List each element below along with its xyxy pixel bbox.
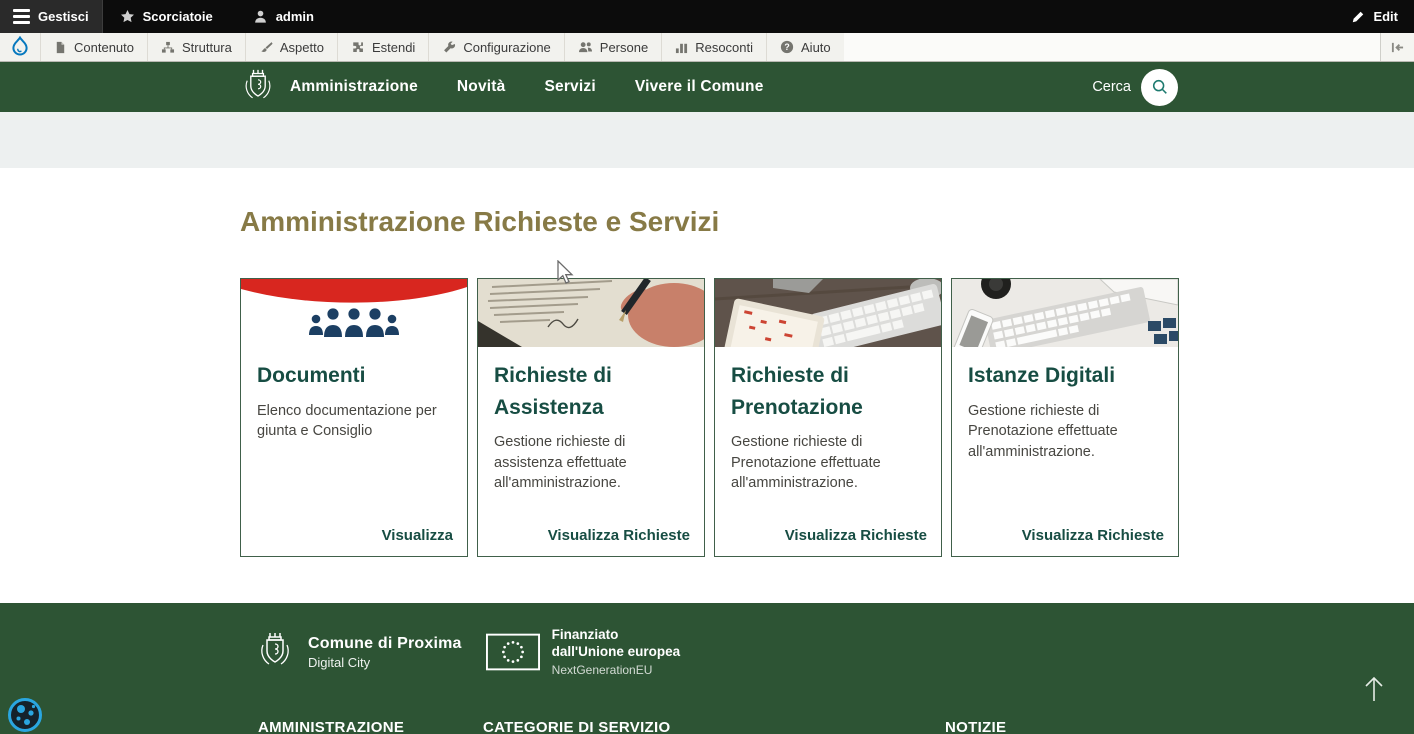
admin-toolbar: Gestisci Scorciatoie admin Edit	[0, 0, 1414, 33]
document-icon	[54, 41, 67, 54]
collapse-left-icon	[1390, 41, 1405, 54]
card-title: Documenti	[257, 360, 451, 392]
nav-item-amministrazione[interactable]: Amministrazione	[290, 78, 418, 96]
user-icon	[253, 9, 268, 24]
card-description: Gestione richieste di Prenotazione effet…	[731, 432, 925, 494]
pencil-icon	[1351, 10, 1365, 24]
drupal-logo[interactable]	[0, 33, 40, 61]
sitemap-icon	[161, 41, 175, 54]
card-richieste-assistenza: Richieste di Assistenza Gestione richies…	[477, 278, 705, 557]
footer-heading-categorie: CATEGORIE DI SERVIZIO	[483, 719, 670, 734]
nav-item-vivere-il-comune[interactable]: Vivere il Comune	[635, 78, 764, 96]
card-image-light-desk	[952, 279, 1178, 347]
nav-item-servizi[interactable]: Servizi	[544, 78, 595, 96]
search-label: Cerca	[1092, 79, 1131, 95]
toolbar-item-appearance[interactable]: Aspetto	[245, 33, 337, 61]
card-description: Elenco documentazione per giunta e Consi…	[257, 401, 451, 442]
card-title: Richieste di Prenotazione	[731, 360, 925, 423]
card-link-visualizza-richieste[interactable]: Visualizza Richieste	[785, 527, 927, 544]
footer-site-tagline: Digital City	[308, 655, 462, 670]
nav-item-novita[interactable]: Novità	[457, 78, 506, 96]
toolbar-item-help[interactable]: ? Aiuto	[766, 33, 844, 61]
help-icon: ?	[780, 40, 794, 54]
toolbar-item-extend[interactable]: Estendi	[337, 33, 428, 61]
toolbar-item-configuration[interactable]: Configurazione	[428, 33, 563, 61]
card-image-hand-signing	[478, 279, 704, 347]
footer-site-name: Comune di Proxima	[308, 635, 462, 653]
puzzle-icon	[351, 41, 365, 54]
header-search[interactable]: Cerca	[1092, 69, 1178, 106]
search-icon	[1151, 78, 1169, 96]
user-tab[interactable]: admin	[240, 0, 327, 33]
edit-label: Edit	[1373, 9, 1398, 24]
user-label: admin	[276, 9, 314, 24]
main-navigation: Amministrazione Novità Servizi Vivere il…	[290, 78, 764, 96]
search-button[interactable]	[1141, 69, 1178, 106]
manage-tab[interactable]: Gestisci	[0, 0, 103, 33]
site-footer: Comune di Proxima Digital City Finanziat…	[0, 603, 1414, 734]
toolbar-item-structure[interactable]: Struttura	[147, 33, 245, 61]
edit-tab[interactable]: Edit	[1338, 0, 1414, 33]
eu-funding-line2: dall'Unione europea	[552, 644, 680, 661]
card-link-visualizza-richieste[interactable]: Visualizza Richieste	[548, 527, 690, 544]
card-richieste-prenotazione: Richieste di Prenotazione Gestione richi…	[714, 278, 942, 557]
card-image-dark-desk	[715, 279, 941, 347]
shortcuts-label: Scorciatoie	[143, 9, 213, 24]
svg-text:?: ?	[784, 42, 789, 52]
toolbar-item-people[interactable]: Persone	[564, 33, 661, 61]
card-link-visualizza[interactable]: Visualizza	[382, 527, 453, 544]
card-istanze-digitali: Istanze Digitali Gestione richieste di P…	[951, 278, 1179, 557]
eu-flag-icon	[486, 633, 540, 671]
toolbar-item-content[interactable]: Contenuto	[40, 33, 147, 61]
card-documenti: Documenti Elenco documentazione per giun…	[240, 278, 468, 557]
card-title: Istanze Digitali	[968, 360, 1162, 392]
paintbrush-icon	[259, 41, 273, 54]
site-header: Amministrazione Novità Servizi Vivere il…	[0, 62, 1414, 112]
manage-label: Gestisci	[38, 9, 89, 24]
toolbar-orientation-toggle[interactable]	[1380, 33, 1414, 61]
hamburger-icon	[13, 9, 30, 24]
eu-funding-line1: Finanziato	[552, 627, 680, 644]
eu-funding-block: Finanziato dall'Unione europea NextGener…	[486, 627, 680, 678]
card-description: Gestione richieste di Prenotazione effet…	[968, 401, 1162, 463]
breadcrumb-band	[0, 112, 1414, 168]
card-description: Gestione richieste di assistenza effettu…	[494, 432, 688, 494]
shortcuts-tab[interactable]: Scorciatoie	[107, 0, 226, 33]
wrench-icon	[442, 41, 456, 54]
toolbar-item-reports[interactable]: Resoconti	[661, 33, 766, 61]
drupal-drop-icon	[9, 36, 31, 58]
scroll-to-top-button[interactable]	[1360, 673, 1388, 705]
card-image-people-group	[241, 279, 467, 347]
card-link-visualizza-richieste[interactable]: Visualizza Richieste	[1022, 527, 1164, 544]
cards-row: Documenti Elenco documentazione per giun…	[240, 278, 1179, 557]
star-icon	[120, 9, 135, 24]
people-icon	[578, 41, 593, 54]
page-title: Amministrazione Richieste e Servizi	[240, 206, 719, 238]
card-title: Richieste di Assistenza	[494, 360, 688, 423]
footer-crest-logo	[255, 629, 295, 675]
municipal-crest-logo[interactable]	[240, 67, 276, 107]
drupal-menu-toolbar: Contenuto Struttura Aspetto Estendi Conf…	[0, 33, 1414, 62]
eu-funding-line3: NextGenerationEU	[552, 663, 680, 678]
cookie-widget-button[interactable]	[7, 697, 43, 733]
bar-chart-icon	[675, 41, 688, 54]
footer-heading-amministrazione: AMMINISTRAZIONE	[258, 719, 404, 734]
footer-heading-notizie: NOTIZIE	[945, 719, 1006, 734]
